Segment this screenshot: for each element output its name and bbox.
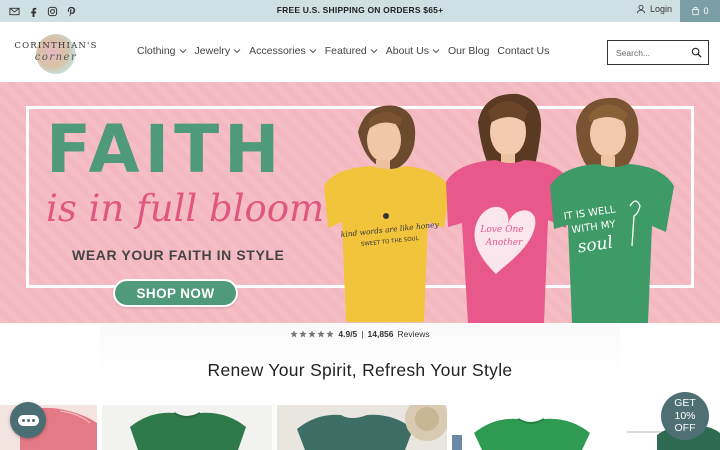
nav-label: Jewelry: [194, 45, 231, 57]
search-input[interactable]: [616, 47, 690, 58]
review-label: Reviews: [397, 329, 430, 339]
nav-label: Accessories: [249, 45, 306, 57]
star-icon: [326, 330, 335, 338]
search-icon[interactable]: [691, 47, 702, 58]
nav-label: Contact Us: [497, 45, 550, 57]
main-nav: Clothing Jewelry Accessories Featured Ab…: [137, 45, 549, 57]
user-icon: [636, 4, 646, 14]
hero-models-image: kind words are like honey SWEET TO THE S…: [324, 93, 674, 323]
rating-score: 4.9/5: [338, 329, 358, 339]
login-label: Login: [649, 4, 672, 14]
chevron-down-icon: [309, 49, 317, 54]
nav-label: About Us: [385, 45, 429, 57]
logo-script: corner: [34, 52, 78, 63]
nav-label: Our Blog: [447, 45, 490, 57]
model-green-shirt: IT IS WELL WITH MY soul: [550, 97, 674, 323]
chevron-down-icon: [233, 49, 241, 54]
chevron-down-icon: [432, 49, 440, 54]
star-icon: [290, 330, 299, 338]
star-icon: [317, 330, 326, 338]
search-box: [607, 40, 709, 65]
section-title: Renew Your Spirit, Refresh Your Style: [207, 360, 513, 380]
shipping-message: FREE U.S. SHIPPING ON ORDERS $65+: [276, 5, 444, 15]
chevron-down-icon: [179, 49, 186, 54]
announcement-bar: FREE U.S. SHIPPING ON ORDERS $65+ Login …: [0, 0, 720, 22]
nav-item-clothing[interactable]: Clothing: [137, 45, 187, 57]
nav-item-our-blog[interactable]: Our Blog: [448, 45, 489, 57]
rating-stars: [290, 330, 335, 338]
nav-item-featured[interactable]: Featured: [325, 45, 378, 57]
svg-text:Another: Another: [485, 238, 523, 248]
discount-popup-button[interactable]: GET 10% OFF: [661, 392, 709, 440]
discount-line-1: GET: [674, 397, 696, 410]
nav-label: Featured: [324, 45, 367, 57]
logo-wordmark: CORINTHIAN'S: [14, 41, 98, 51]
hero-headline: FAITH: [46, 111, 285, 188]
hero-tagline: WEAR YOUR FAITH IN STYLE: [72, 247, 285, 263]
site-header: CORINTHIAN'S corner Clothing Jewelry Acc…: [0, 22, 720, 82]
chat-bubble-icon: [17, 414, 39, 426]
chat-widget-button[interactable]: [10, 402, 46, 438]
login-link[interactable]: Login: [636, 4, 672, 14]
product-card[interactable]: [102, 405, 272, 450]
nav-label: Clothing: [137, 45, 176, 57]
cart-button[interactable]: 0: [680, 0, 720, 22]
cart-count: 0: [703, 6, 709, 16]
reviews-summary[interactable]: 4.9/5 | 14,856 Reviews: [0, 327, 720, 341]
shop-now-button[interactable]: SHOP NOW: [113, 279, 238, 307]
site-logo[interactable]: CORINTHIAN'S corner: [10, 32, 102, 76]
nav-item-accessories[interactable]: Accessories: [249, 45, 317, 57]
hero-banner[interactable]: FAITH is in full bloom WEAR YOUR FAITH I…: [0, 82, 720, 323]
discount-line-2: 10%: [674, 409, 696, 422]
nav-item-contact-us[interactable]: Contact Us: [497, 45, 549, 57]
star-icon: [308, 330, 317, 338]
rating-separator: |: [361, 329, 364, 339]
hero-script-line: is in full bloom: [46, 187, 325, 230]
product-carousel: [0, 405, 720, 450]
model-yellow-shirt: kind words are like honey SWEET TO THE S…: [324, 105, 450, 322]
nav-item-jewelry[interactable]: Jewelry: [195, 45, 242, 57]
shopping-bag-icon: [692, 6, 700, 16]
discount-line-3: OFF: [674, 422, 696, 435]
review-count: 14,856: [367, 329, 394, 339]
product-card[interactable]: [277, 405, 447, 450]
product-card[interactable]: [452, 405, 622, 450]
nav-item-about-us[interactable]: About Us: [386, 45, 440, 57]
svg-text:Love One: Love One: [479, 225, 523, 235]
star-icon: [299, 330, 308, 338]
chevron-down-icon: [370, 49, 378, 54]
